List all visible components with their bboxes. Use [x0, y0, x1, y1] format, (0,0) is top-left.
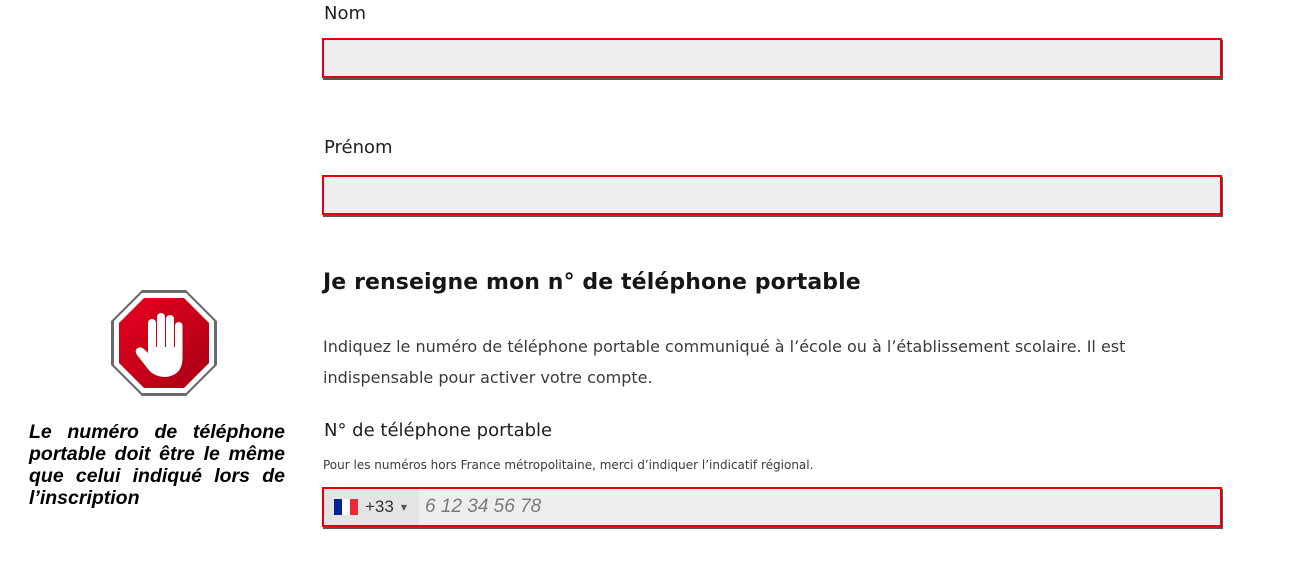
prenom-input[interactable] [322, 175, 1222, 215]
phone-field-label: N° de téléphone portable [324, 420, 553, 441]
phone-section-description: Indiquez le numéro de téléphone portable… [323, 337, 1126, 387]
country-dial-code: +33 [365, 497, 394, 516]
phone-section-title: Je renseigne mon n° de téléphone portabl… [323, 270, 861, 295]
chevron-down-icon: ▼ [400, 502, 407, 512]
nom-label: Nom [324, 3, 367, 24]
phone-warning-note: Le numéro de téléphone portable doit êtr… [29, 421, 285, 509]
nom-input[interactable] [322, 38, 1222, 78]
phone-field-hint: Pour les numéros hors France métropolita… [323, 458, 814, 472]
country-code-selector[interactable]: +33 ▼ [324, 489, 419, 525]
france-flag-icon [334, 499, 358, 515]
phone-field: +33 ▼ [322, 487, 1222, 527]
phone-input[interactable] [419, 488, 1220, 526]
stop-hand-icon [111, 290, 217, 396]
prenom-label: Prénom [324, 137, 393, 158]
